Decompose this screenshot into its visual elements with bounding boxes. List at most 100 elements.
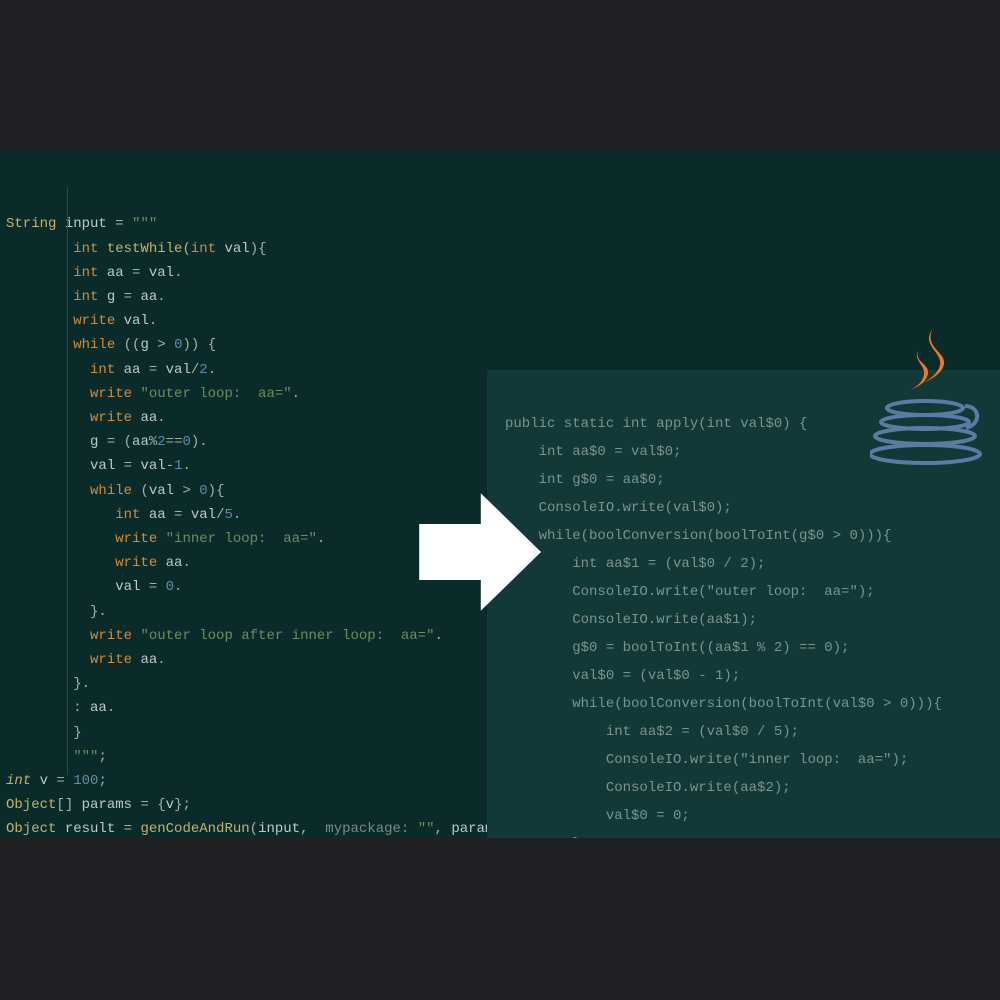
code-line: int aa$2 = (val$0 / 5);: [505, 724, 799, 740]
code-token: result: [65, 821, 124, 837]
code-token: 2: [157, 434, 165, 450]
code-token: ,: [300, 821, 325, 837]
code-token: g: [140, 337, 157, 353]
code-line: ConsoleIO.write("outer loop: aa=");: [505, 584, 875, 600]
code-token: (: [182, 241, 190, 257]
code-token: %: [149, 434, 157, 450]
code-line: ConsoleIO.write("inner loop: aa=");: [505, 752, 908, 768]
code-token: };: [174, 797, 191, 813]
code-line: val$0 = (val$0 - 1);: [505, 668, 740, 684]
code-token: =: [174, 507, 191, 523]
code-line: while(boolConversion(boolToInt(val$0 > 0…: [505, 696, 942, 712]
code-token: val: [166, 362, 191, 378]
code-token: .: [107, 700, 115, 716]
code-token: aa: [90, 700, 107, 716]
code-token: aa: [140, 289, 157, 305]
code-token: val: [149, 265, 174, 281]
code-token: .: [174, 265, 182, 281]
code-token: ((: [124, 337, 141, 353]
code-line: int aa$0 = val$0;: [505, 444, 681, 460]
code-token: params: [82, 797, 141, 813]
code-token: .: [157, 410, 165, 426]
code-token: ;: [98, 773, 106, 789]
code-token: val: [149, 483, 183, 499]
code-token: 0: [166, 579, 174, 595]
code-token: """: [73, 749, 98, 765]
code-token: (: [250, 821, 258, 837]
code-token: ){: [208, 483, 225, 499]
code-token: =: [149, 579, 166, 595]
code-token: =: [124, 821, 141, 837]
code-token: aa: [140, 410, 157, 426]
code-token: .: [317, 531, 325, 547]
code-token: write: [115, 531, 165, 547]
code-token: = {: [140, 797, 165, 813]
code-token: .: [435, 628, 443, 644]
code-line: }: [505, 836, 581, 838]
code-token: ;: [98, 749, 106, 765]
code-token: 5: [224, 507, 232, 523]
code-token: write: [115, 555, 165, 571]
arrow-right-icon: [408, 482, 548, 622]
code-token: int: [73, 241, 107, 257]
code-token: 0: [199, 483, 207, 499]
code-token: >: [157, 337, 174, 353]
code-token: []: [56, 797, 81, 813]
code-token: }.: [73, 676, 90, 692]
code-token: write: [90, 410, 140, 426]
code-token: int: [191, 241, 225, 257]
code-token: int: [90, 362, 124, 378]
code-token: .: [157, 289, 165, 305]
code-token: }: [73, 725, 81, 741]
code-token: write: [73, 313, 123, 329]
code-token: .: [233, 507, 241, 523]
code-token: ,: [435, 821, 452, 837]
code-token: aa: [124, 362, 149, 378]
code-token: =: [115, 216, 132, 232]
code-token: .: [182, 555, 190, 571]
code-token: write: [90, 386, 140, 402]
code-token: aa: [140, 652, 157, 668]
editor-area: String input = """ int testWhile(int val…: [0, 152, 1000, 838]
code-token: :: [73, 700, 90, 716]
code-token: v: [166, 797, 174, 813]
code-token: aa: [166, 555, 183, 571]
code-token: .: [149, 313, 157, 329]
code-token: .: [157, 652, 165, 668]
code-token: }.: [90, 604, 107, 620]
code-token: String: [6, 216, 65, 232]
code-token: g: [90, 434, 107, 450]
indent-guide: [67, 187, 68, 775]
code-token: write: [90, 652, 140, 668]
code-token: .: [182, 458, 190, 474]
code-token: >: [182, 483, 199, 499]
code-token: input: [65, 216, 115, 232]
code-token: 0: [182, 434, 190, 450]
code-token: =: [56, 773, 73, 789]
code-token: )) {: [182, 337, 216, 353]
code-token: g: [107, 289, 124, 305]
code-token: aa: [132, 434, 149, 450]
code-token: genCodeAndRun: [140, 821, 249, 837]
code-token: while: [90, 483, 140, 499]
code-line: while(boolConversion(boolToInt(g$0 > 0))…: [505, 528, 891, 544]
code-line: public static int apply(int val$0) {: [505, 416, 807, 432]
code-token: val: [115, 579, 149, 595]
code-token: =: [124, 458, 141, 474]
code-token: ==: [166, 434, 183, 450]
code-token: =: [124, 289, 141, 305]
code-token: """: [132, 216, 157, 232]
code-token: int: [115, 507, 149, 523]
code-token: .: [292, 386, 300, 402]
code-token: testWhile: [107, 241, 183, 257]
code-token: ){: [250, 241, 267, 257]
java-logo-icon: [870, 322, 990, 472]
code-token: "outer loop: aa=": [140, 386, 291, 402]
code-token: int: [73, 265, 107, 281]
code-token: write: [90, 628, 140, 644]
code-token: val: [90, 458, 124, 474]
code-token: (: [140, 483, 148, 499]
code-line: val$0 = 0;: [505, 808, 690, 824]
code-token: v: [40, 773, 57, 789]
code-token: aa: [149, 507, 174, 523]
